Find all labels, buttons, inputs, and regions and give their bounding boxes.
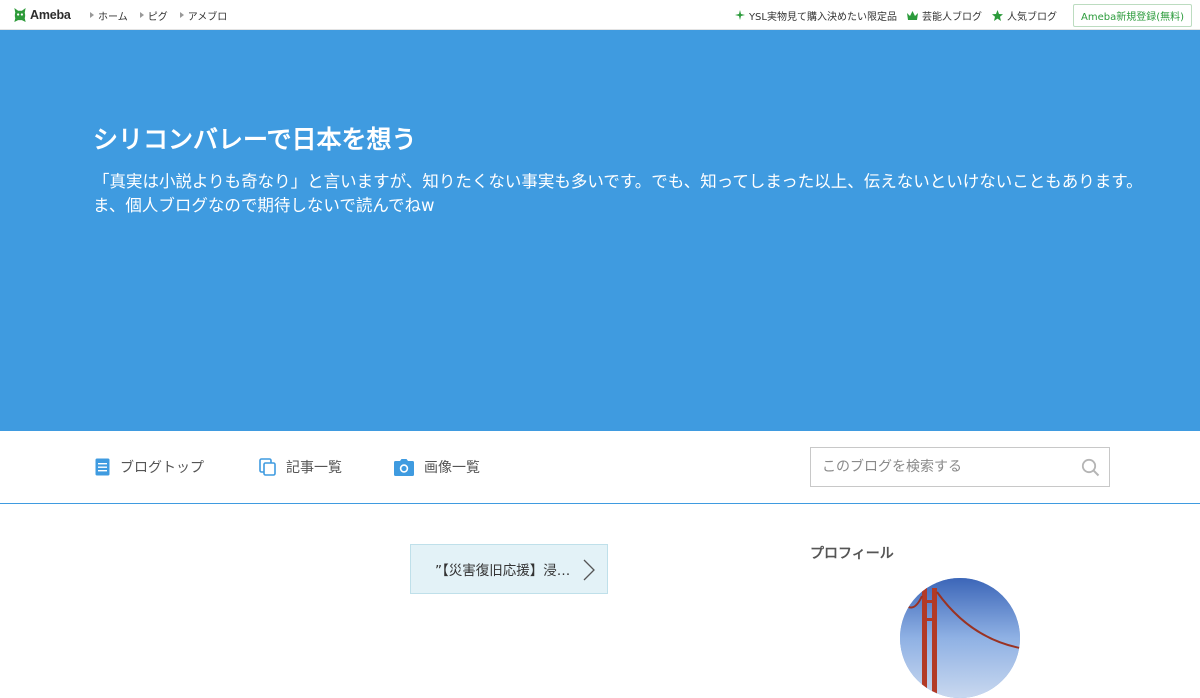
- avatar-image: [900, 578, 1020, 698]
- nav-home[interactable]: ホーム: [90, 8, 128, 23]
- chevron-right-icon: [583, 559, 595, 581]
- next-article-link[interactable]: ”【災害復旧応援】浸…: [410, 544, 608, 594]
- star-icon: [991, 9, 1003, 21]
- tab-article-list[interactable]: 記事一覧: [259, 457, 342, 477]
- nav-ameblo[interactable]: アメブロ: [179, 8, 228, 23]
- nav-ameblo-label: アメブロ: [187, 11, 228, 23]
- profile-heading: プロフィール: [810, 546, 894, 562]
- document-icon: [95, 458, 110, 476]
- nav-pigg-label: ピグ: [147, 11, 168, 23]
- tab-article-list-label: 記事一覧: [286, 460, 342, 476]
- copy-icon: [259, 458, 276, 476]
- blog-title[interactable]: シリコンバレーで日本を想う: [93, 120, 417, 156]
- top-nav: ホーム ピグ アメブロ: [90, 0, 239, 30]
- signup-button[interactable]: Ameba新規登録(無料): [1072, 3, 1192, 27]
- celebrity-blog-label: 芸能人ブログ: [921, 11, 982, 23]
- tab-blog-top[interactable]: ブログトップ: [95, 457, 204, 477]
- tab-image-list-label: 画像一覧: [424, 460, 480, 476]
- profile-avatar[interactable]: [900, 578, 1020, 698]
- top-right-links: YSL実物見て購入決めたい限定品 芸能人ブログ 人気ブログ Ameba新規登録(…: [734, 0, 1192, 30]
- nav-home-label: ホーム: [98, 11, 128, 23]
- nav-pigg[interactable]: ピグ: [139, 8, 168, 23]
- blog-nav: ブログトップ 記事一覧 画像一覧: [0, 431, 1200, 504]
- blog-description: 「真実は小説よりも奇なり」と言いますが、知りたくない事実も多いです。でも、知って…: [93, 172, 1143, 215]
- celebrity-blog-link[interactable]: 芸能人ブログ: [906, 8, 982, 23]
- crown-icon: [906, 10, 918, 20]
- popular-blog-label: 人気ブログ: [1006, 11, 1057, 23]
- next-article-label: ”【災害復旧応援】浸…: [435, 563, 571, 579]
- popular-blog-link[interactable]: 人気ブログ: [991, 8, 1057, 23]
- top-bar: Ameba ホーム ピグ アメブロ YSL実物見て購入決めたい限定品 芸能人ブロ…: [0, 0, 1200, 30]
- triangle-right-icon: [179, 12, 184, 18]
- blog-header: シリコンバレーで日本を想う 「真実は小説よりも奇なり」と言いますが、知りたくない…: [0, 30, 1200, 431]
- search-input[interactable]: [811, 448, 1071, 486]
- triangle-right-icon: [90, 12, 94, 18]
- promo-link-label: YSL実物見て購入決めたい限定品: [748, 11, 897, 23]
- ameba-logo-icon: [14, 7, 26, 23]
- triangle-right-icon: [139, 12, 144, 18]
- tab-blog-top-label: ブログトップ: [120, 460, 204, 476]
- promo-link[interactable]: YSL実物見て購入決めたい限定品: [734, 8, 897, 23]
- tab-image-list[interactable]: 画像一覧: [394, 457, 480, 477]
- blog-search: [810, 447, 1110, 487]
- ameba-logo[interactable]: Ameba: [13, 6, 71, 24]
- logo-text: Ameba: [30, 8, 71, 22]
- camera-icon: [394, 458, 414, 476]
- sparkle-icon: [734, 10, 745, 20]
- search-icon[interactable]: [1081, 458, 1100, 477]
